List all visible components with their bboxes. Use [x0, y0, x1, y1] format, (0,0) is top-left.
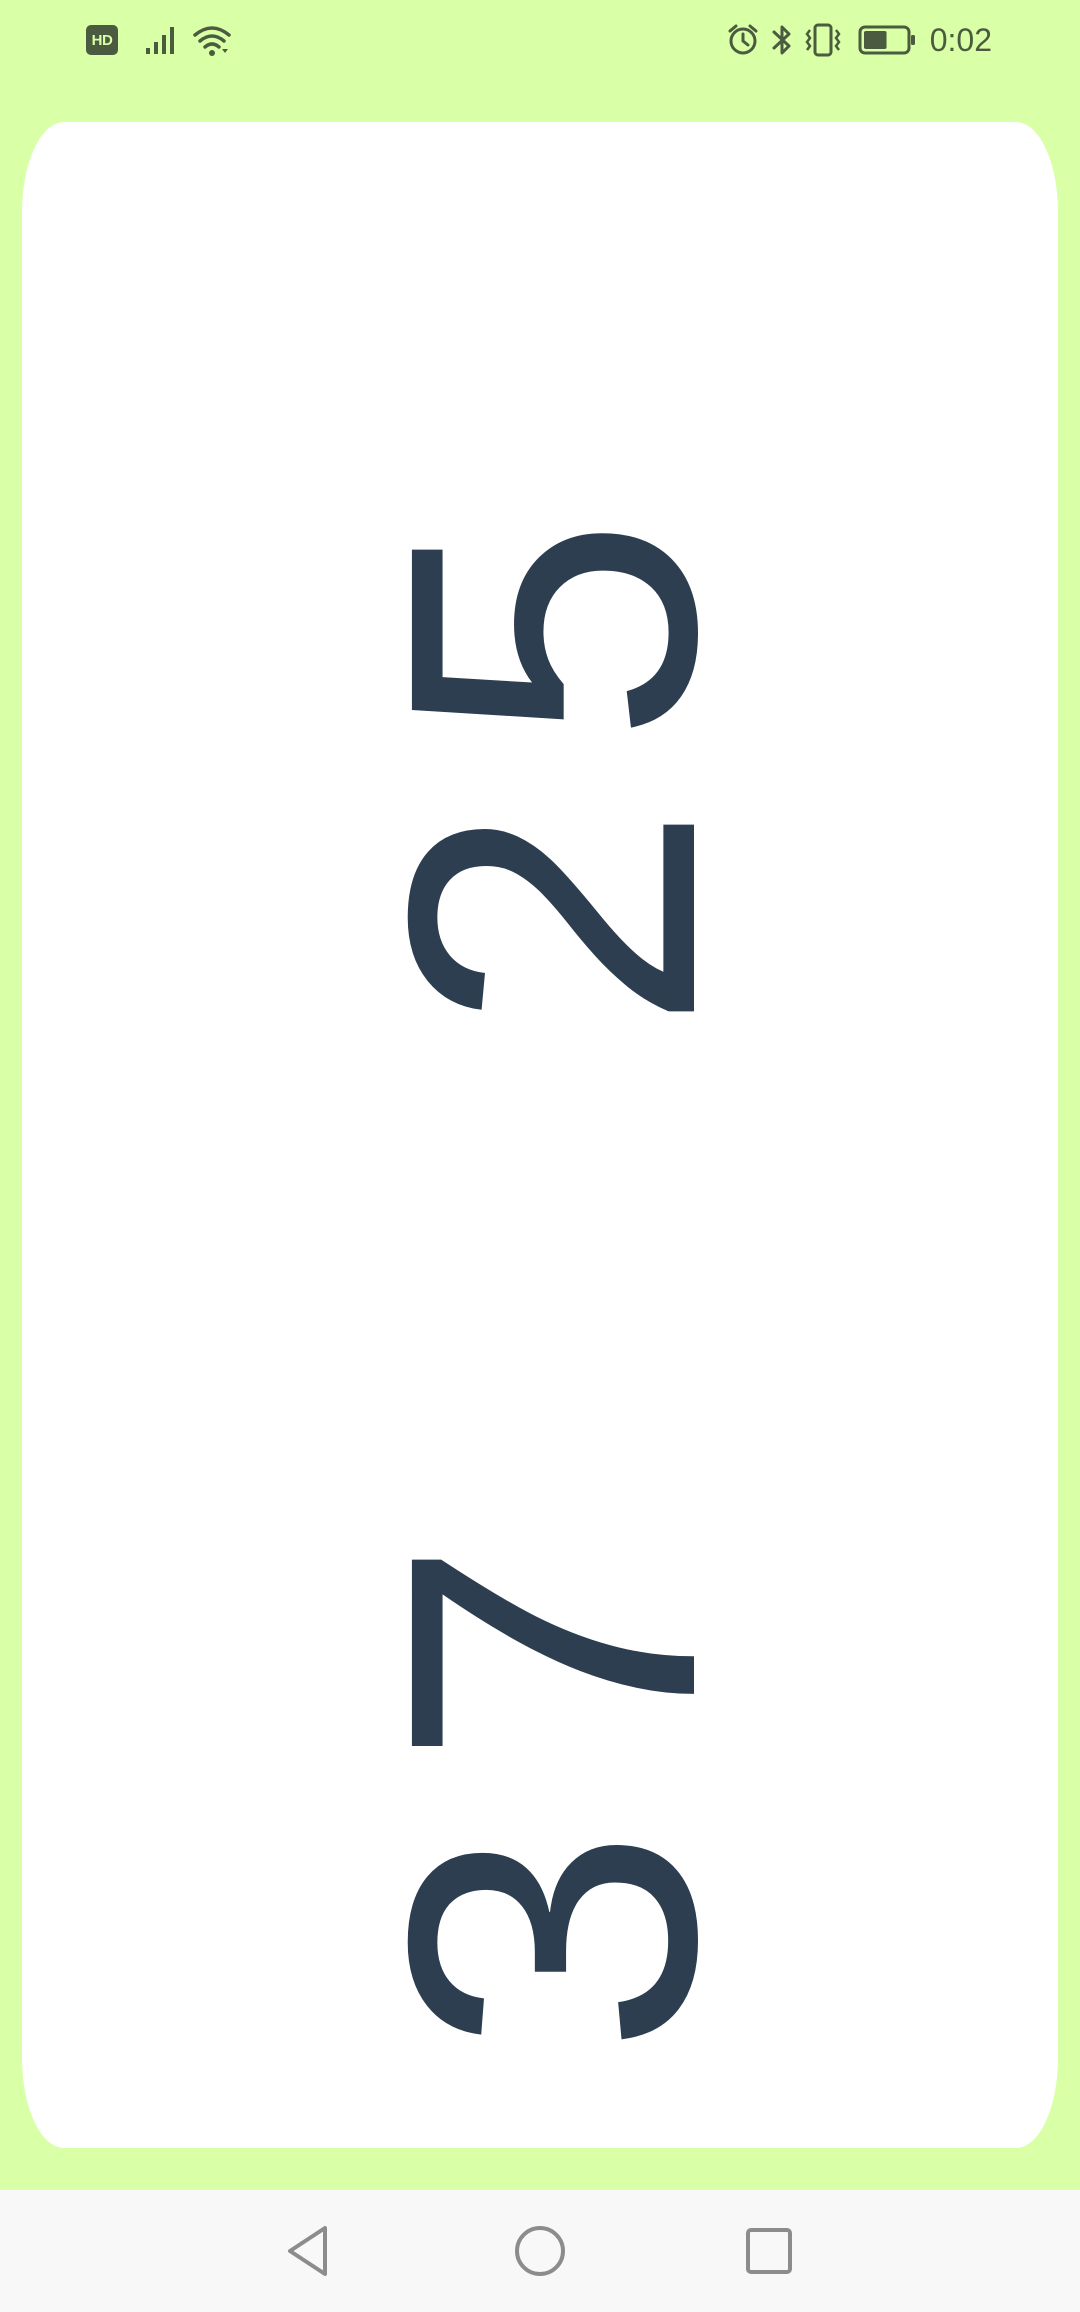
score-top-value: 25 [323, 455, 781, 1033]
wifi-icon [192, 23, 232, 57]
bluetooth-icon [770, 22, 794, 58]
alarm-icon [726, 23, 760, 57]
signal-icon [144, 24, 180, 56]
back-button[interactable] [249, 2190, 369, 2312]
back-icon [288, 2226, 327, 2276]
status-right: 0:02 [726, 20, 992, 60]
recents-icon [746, 2228, 792, 2274]
hd-icon: HD [86, 25, 118, 55]
score-bottom-value: 37 [323, 1478, 781, 2056]
scoreboard-card[interactable]: 25 37 [22, 122, 1058, 2148]
vibrate-icon [804, 22, 842, 58]
home-icon [515, 2226, 565, 2276]
status-bar: HD 0:02 [0, 0, 1080, 80]
status-left: HD [86, 20, 232, 60]
status-time: 0:02 [929, 21, 992, 58]
battery-icon [858, 25, 916, 55]
home-button[interactable] [480, 2190, 600, 2312]
navigation-bar [0, 2190, 1080, 2312]
recents-button[interactable] [709, 2190, 829, 2312]
